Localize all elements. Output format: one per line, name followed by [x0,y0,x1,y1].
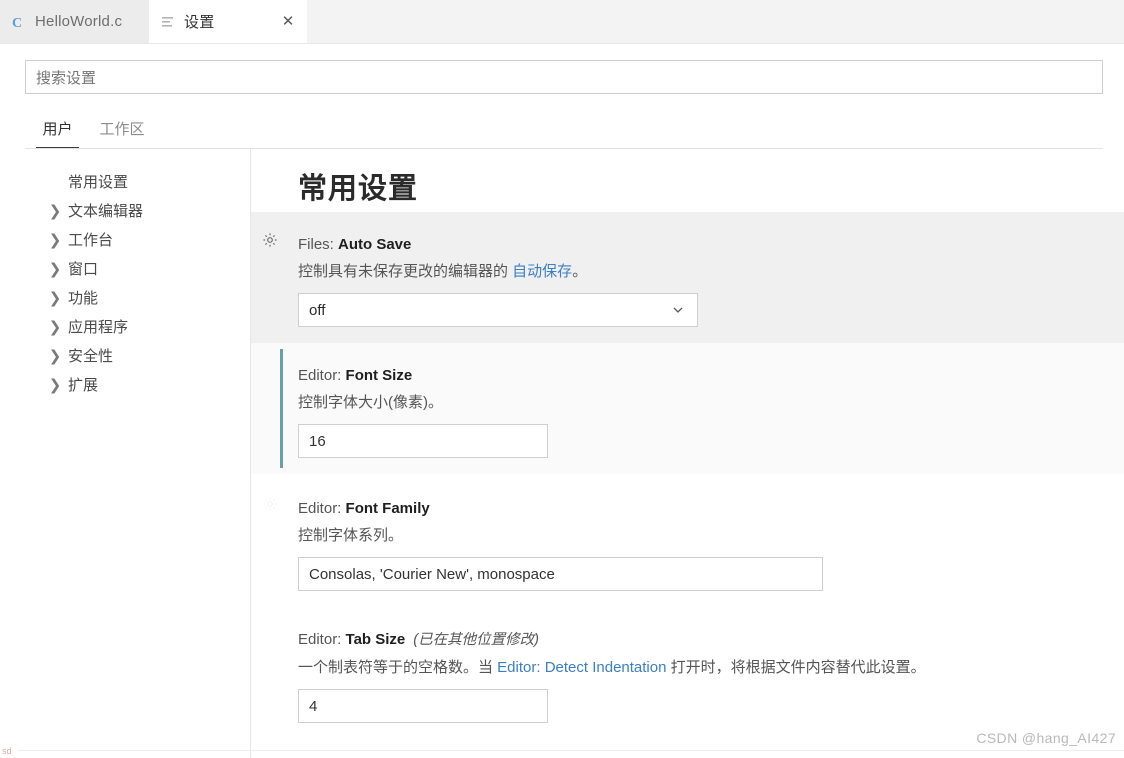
setting-key-prefix: Editor: [298,500,346,517]
gear-icon[interactable] [260,494,280,514]
setting-key-prefix: Editor: [298,367,346,384]
setting-key-name: Tab Size [345,631,406,648]
sidebar-item-label: 工作台 [68,232,114,249]
watermark-bottom-left: sd [2,746,12,756]
setting-row-editor-font-size[interactable]: Editor: Font Size 控制字体大小(像素)。 16 [251,343,1124,474]
setting-content: Editor: Font Size 控制字体大小(像素)。 16 [298,367,1108,459]
desc-text-before: 一个制表符等于的空格数。当 [298,659,498,676]
tab-label: 设置 [184,14,215,31]
chevron-right-icon: ❯ [48,376,62,394]
watermark-csdn: CSDN @hang_AI427 [976,730,1116,746]
tab-size-input[interactable]: 4 [298,689,548,724]
sidebar-item-label: 文本编辑器 [68,203,144,220]
setting-key: Files: Auto Save [298,236,1108,253]
settings-list-icon [159,13,177,31]
sidebar-item-label: 安全性 [68,348,114,365]
setting-description: 控制字体大小(像素)。 [298,393,1108,413]
gear-icon[interactable] [260,230,280,250]
setting-row-files-auto-save[interactable]: Files: Auto Save 控制具有未保存更改的编辑器的 自动保存。 of… [251,212,1124,343]
input-value: Consolas, 'Courier New', monospace [309,565,555,583]
sidebar-item-workbench[interactable]: ❯ 工作台 [0,225,250,254]
desc-link[interactable]: 自动保存 [512,263,572,280]
close-icon[interactable]: ✕ [279,13,297,31]
tab-user-settings[interactable]: 用户 [36,107,79,149]
setting-content: Files: Auto Save 控制具有未保存更改的编辑器的 自动保存。 of… [298,236,1108,328]
bottom-divider [18,750,1124,751]
setting-override-note: (已在其他位置修改) [413,632,539,648]
chevron-right-icon: ❯ [48,260,62,278]
setting-row-editor-font-family[interactable]: Editor: Font Family 控制字体系列。 Consolas, 'C… [251,476,1124,607]
sidebar-item-label: 功能 [68,290,99,307]
sidebar-item-application[interactable]: ❯ 应用程序 [0,312,250,341]
setting-key-name: Font Family [345,500,430,517]
setting-description: 控制字体系列。 [298,526,1108,546]
chevron-right-icon: ❯ [48,318,62,336]
setting-key-name: Font Size [345,367,413,384]
setting-key-prefix: Editor: [298,631,346,648]
settings-scope-tabs: 用户 工作区 [0,104,1124,149]
page-title: 常用设置 [298,173,419,205]
desc-text-before: 控制字体系列。 [298,527,404,544]
modified-indicator [280,349,283,468]
search-placeholder: 搜索设置 [36,69,97,87]
desc-text-before: 控制字体大小(像素)。 [298,394,443,411]
setting-key: Editor: Font Size [298,367,1108,384]
setting-key: Editor: Font Family [298,500,1108,517]
svg-text:C: C [12,16,22,30]
sidebar-item-text-editor[interactable]: ❯ 文本编辑器 [0,196,250,225]
c-file-icon: C [10,13,28,31]
chevron-right-icon: ❯ [48,289,62,307]
tab-workspace-settings[interactable]: 工作区 [92,107,152,149]
settings-list: 常用设置 Files: Auto Save 控制具有未保存更改的编辑器的 自动保… [251,149,1124,758]
setting-content: Editor: Font Family 控制字体系列。 Consolas, 'C… [298,500,1108,592]
sidebar-item-security[interactable]: ❯ 安全性 [0,341,250,370]
setting-content: Editor: Tab Size (已在其他位置修改) 一个制表符等于的空格数。当… [298,628,1108,724]
chevron-right-icon: ❯ [48,202,62,220]
tab-bar-empty-space [307,0,1124,43]
sidebar-item-label: 扩展 [68,377,99,394]
desc-text-before: 控制具有未保存更改的编辑器的 [298,263,513,280]
sidebar-item-label: 窗口 [68,261,99,278]
chevron-right-icon: ❯ [48,231,62,249]
setting-key-name: Auto Save [338,236,412,253]
select-value: off [309,301,326,319]
tab-label: HelloWorld.c [35,13,123,30]
sidebar-item-label: 应用程序 [68,319,129,336]
setting-description: 一个制表符等于的空格数。当 Editor: Detect Indentation… [298,658,1108,678]
sidebar-item-label: 常用设置 [68,174,129,191]
tab-helloworld-c[interactable]: C HelloWorld.c [0,0,149,43]
auto-save-select[interactable]: off [298,293,698,328]
setting-key: Editor: Tab Size (已在其他位置修改) [298,628,1108,649]
font-size-input[interactable]: 16 [298,424,548,459]
setting-row-editor-tab-size[interactable]: Editor: Tab Size (已在其他位置修改) 一个制表符等于的空格数。当… [251,608,1124,748]
input-value: 4 [309,697,318,715]
font-family-input[interactable]: Consolas, 'Courier New', monospace [298,557,823,592]
sidebar-item-window[interactable]: ❯ 窗口 [0,254,250,283]
sidebar-item-features[interactable]: ❯ 功能 [0,283,250,312]
tab-settings[interactable]: 设置 ✕ [149,0,307,43]
desc-text-after: 打开时，将根据文件内容替代此设置。 [666,659,926,676]
editor-tab-bar: C HelloWorld.c 设置 ✕ [0,0,1124,43]
chevron-right-icon: ❯ [48,347,62,365]
settings-body: 常用设置 ❯ 文本编辑器 ❯ 工作台 ❯ 窗口 ❯ 功能 ❯ 应用程序 ❯ 安全… [0,149,1124,758]
setting-description: 控制具有未保存更改的编辑器的 自动保存。 [298,262,1108,282]
input-value: 16 [309,432,326,450]
setting-key-prefix: Files: [298,236,339,253]
desc-link[interactable]: Editor: Detect Indentation [497,659,666,676]
sidebar-item-extensions[interactable]: ❯ 扩展 [0,370,250,399]
settings-search-area: 搜索设置 [0,44,1124,101]
sidebar-item-commonly-used[interactable]: 常用设置 [0,167,250,196]
search-input[interactable]: 搜索设置 [25,60,1103,94]
desc-text-after: 。 [572,263,588,280]
settings-toc: 常用设置 ❯ 文本编辑器 ❯ 工作台 ❯ 窗口 ❯ 功能 ❯ 应用程序 ❯ 安全… [0,167,250,399]
chevron-down-icon [671,303,685,317]
